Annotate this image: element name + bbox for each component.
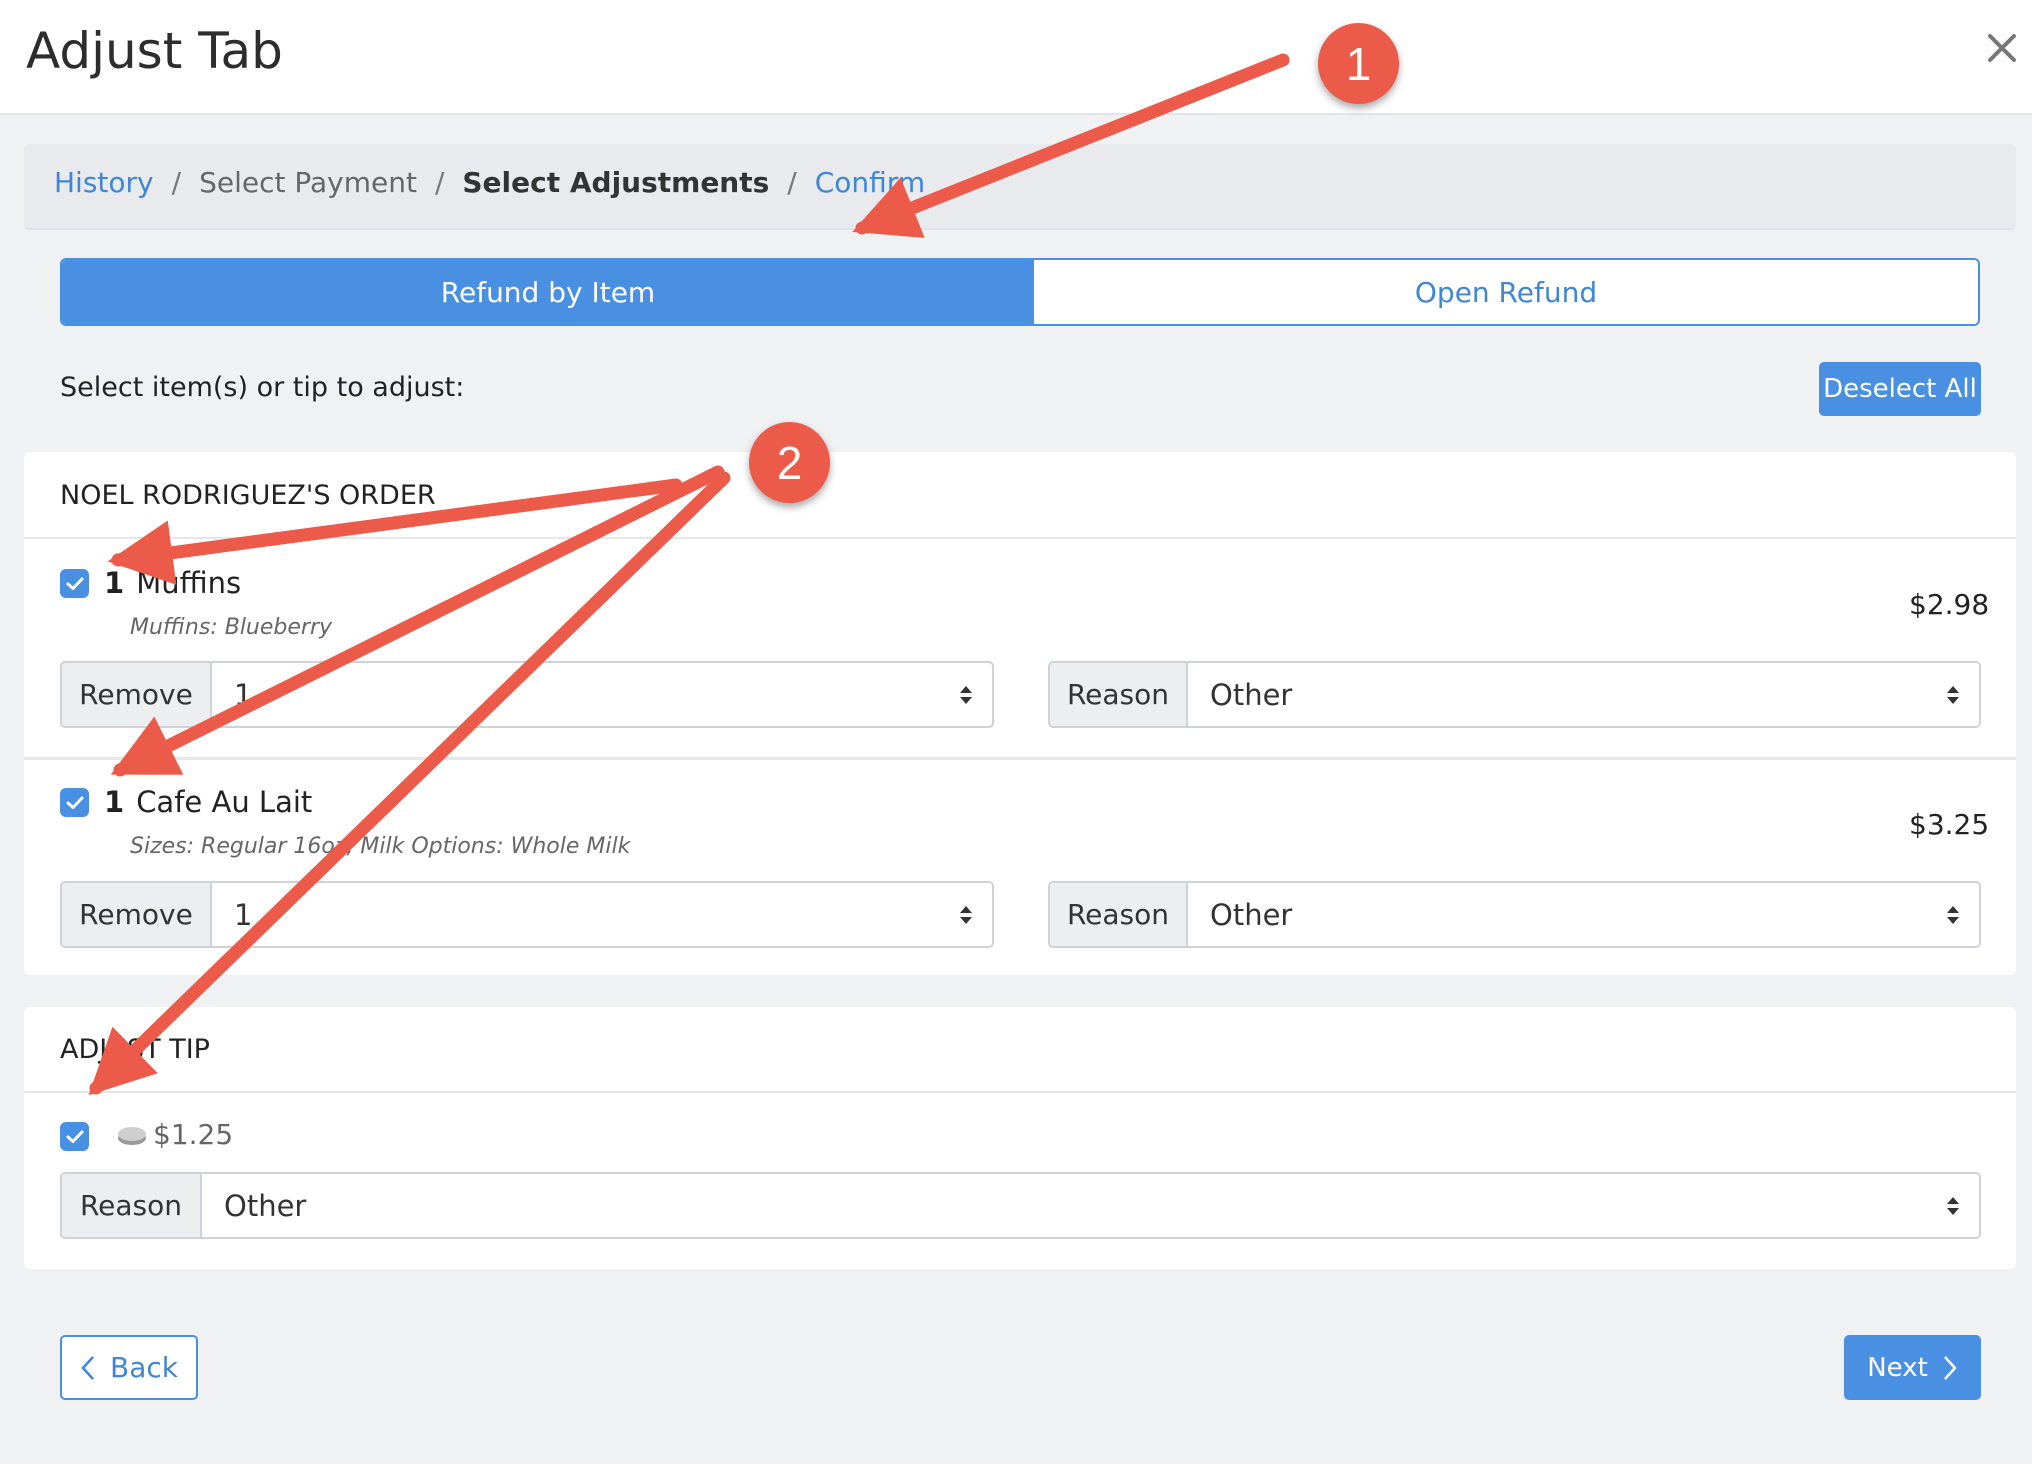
breadcrumb-separator: /	[787, 166, 797, 199]
tip-title: ADJUST TIP	[60, 1034, 210, 1065]
check-icon	[66, 577, 83, 590]
remove-qty-value: 1	[234, 897, 253, 932]
tip-reason-select[interactable]: Other	[202, 1174, 1979, 1237]
item-checkbox[interactable]	[60, 569, 89, 598]
annotation-badge-2: 2	[749, 422, 830, 503]
item-divider	[24, 757, 2016, 760]
tip-amount: $1.25	[153, 1118, 234, 1151]
remove-qty-group: Remove 1	[60, 661, 994, 728]
instruction-text: Select item(s) or tip to adjust:	[60, 372, 465, 403]
reason-group: Reason Other	[1048, 881, 1981, 948]
check-icon	[66, 796, 83, 809]
reason-value: Other	[224, 1188, 307, 1223]
close-icon	[1988, 34, 2016, 62]
chevron-right-icon	[1943, 1355, 1957, 1380]
reason-select[interactable]: Other	[1188, 883, 1979, 946]
remove-qty-select[interactable]: 1	[212, 663, 992, 726]
annotation-badge-1: 1	[1318, 23, 1399, 104]
remove-qty-select[interactable]: 1	[212, 883, 992, 946]
remove-label: Remove	[62, 883, 212, 946]
breadcrumb: History / Select Payment / Select Adjust…	[54, 166, 925, 199]
select-caret-icon	[960, 685, 972, 704]
select-caret-icon	[960, 905, 972, 924]
refund-by-item-tab[interactable]: Refund by Item	[62, 260, 1034, 324]
reason-value: Other	[1210, 897, 1293, 932]
tip-checkbox[interactable]	[60, 1122, 89, 1151]
order-title: NOEL RODRIGUEZ'S ORDER	[60, 480, 436, 511]
select-caret-icon	[1947, 685, 1959, 704]
select-caret-icon	[1947, 1196, 1959, 1215]
select-caret-icon	[1947, 905, 1959, 924]
refund-mode-toggle: Refund by Item Open Refund	[60, 258, 1980, 326]
breadcrumb-separator: /	[171, 166, 182, 199]
back-label: Back	[110, 1351, 178, 1384]
modal-title: Adjust Tab	[26, 22, 283, 80]
reason-select[interactable]: Other	[1188, 663, 1979, 726]
next-button[interactable]: Next	[1844, 1335, 1981, 1400]
close-button[interactable]	[1982, 28, 2022, 68]
reason-value: Other	[1210, 677, 1293, 712]
open-refund-tab[interactable]: Open Refund	[1034, 260, 1978, 324]
back-button[interactable]: Back	[60, 1335, 198, 1400]
reason-label: Reason	[1050, 663, 1188, 726]
item-price: $3.25	[1909, 808, 1990, 841]
breadcrumb-history[interactable]: History	[54, 166, 154, 199]
chevron-left-icon	[81, 1355, 94, 1380]
check-icon	[66, 1130, 83, 1143]
tip-reason-group: Reason Other	[60, 1172, 1981, 1239]
item-title: Cafe Au Lait	[136, 785, 313, 819]
item-name: 1 Cafe Au Lait	[104, 785, 312, 819]
item-name: 1 Muffins	[104, 566, 241, 600]
remove-qty-value: 1	[234, 677, 253, 712]
coin-icon	[118, 1127, 146, 1145]
breadcrumb-select-payment: Select Payment	[199, 166, 417, 199]
item-modifiers: Muffins: Blueberry	[130, 615, 333, 640]
item-checkbox[interactable]	[60, 788, 89, 817]
breadcrumb-confirm[interactable]: Confirm	[815, 166, 925, 199]
reason-label: Reason	[62, 1174, 202, 1237]
remove-label: Remove	[62, 663, 212, 726]
tip-divider	[24, 1091, 2016, 1093]
breadcrumb-select-adjustments: Select Adjustments	[462, 166, 770, 199]
modal-header	[0, 0, 2032, 115]
breadcrumb-separator: /	[434, 166, 445, 199]
reason-label: Reason	[1050, 883, 1188, 946]
reason-group: Reason Other	[1048, 661, 1981, 728]
remove-qty-group: Remove 1	[60, 881, 994, 948]
item-qty: 1	[104, 785, 125, 819]
item-qty: 1	[104, 566, 125, 600]
next-label: Next	[1867, 1352, 1928, 1383]
item-title: Muffins	[136, 566, 242, 600]
item-price: $2.98	[1909, 588, 1990, 621]
order-divider	[24, 537, 2016, 539]
item-modifiers: Sizes: Regular 16oz, Milk Options: Whole…	[130, 834, 631, 859]
deselect-all-button[interactable]: Deselect All	[1819, 362, 1981, 416]
